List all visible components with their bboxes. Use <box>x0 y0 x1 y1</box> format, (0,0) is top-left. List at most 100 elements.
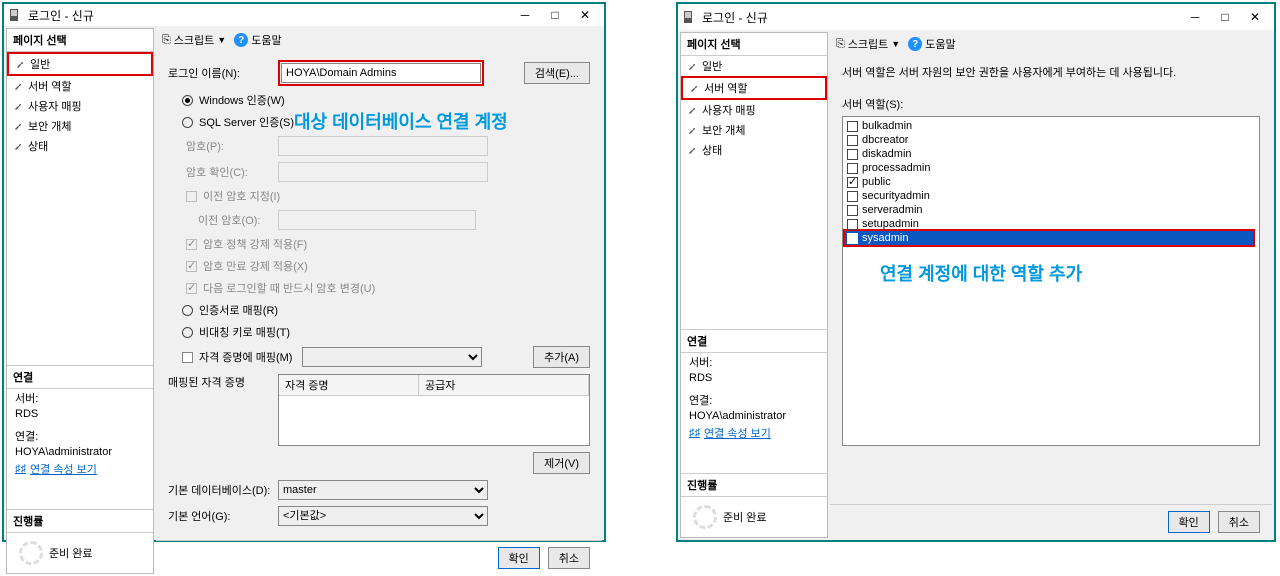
titlebar[interactable]: 로그인 - 신규 ─ □ ✕ <box>4 4 604 26</box>
col-provider: 공급자 <box>419 375 589 395</box>
cancel-button[interactable]: 취소 <box>1218 511 1260 533</box>
sql-auth-label: SQL Server 인증(S) <box>199 114 294 130</box>
server-value: RDS <box>681 371 827 385</box>
role-checkbox[interactable] <box>847 135 858 146</box>
sidebar-item-securables[interactable]: 보안 개체 <box>681 120 827 140</box>
sidebar-item-serverrole[interactable]: 서버 역할 <box>681 76 827 100</box>
role-checkbox[interactable] <box>847 219 858 230</box>
col-cred: 자격 증명 <box>279 375 419 395</box>
sql-auth-radio[interactable] <box>182 117 193 128</box>
role-item-dbcreator[interactable]: dbcreator <box>845 133 1257 147</box>
sidebar-item-status[interactable]: 상태 <box>7 136 153 156</box>
connection-properties-link[interactable]: ♯♯연결 속성 보기 <box>7 459 153 479</box>
app-icon <box>8 8 22 22</box>
help-button[interactable]: ?도움말 <box>908 36 955 52</box>
cred-map-check[interactable] <box>182 352 193 363</box>
chevron-down-icon: ▼ <box>891 39 900 49</box>
maximize-button[interactable]: □ <box>540 4 570 26</box>
default-db-select[interactable]: master <box>278 480 488 500</box>
ok-button[interactable]: 확인 <box>498 547 540 569</box>
ok-button[interactable]: 확인 <box>1168 511 1210 533</box>
connection-properties-link[interactable]: ♯♯연결 속성 보기 <box>681 423 827 443</box>
help-button[interactable]: ?도움말 <box>234 32 281 48</box>
role-item-securityadmin[interactable]: securityadmin <box>845 189 1257 203</box>
minimize-button[interactable]: ─ <box>510 4 540 26</box>
toolbar: ⎘스크립트▼ ?도움말 <box>830 32 1272 56</box>
specify-old-password-label: 이전 암호 지정(I) <box>203 188 280 204</box>
script-label: 스크립트 <box>174 32 214 48</box>
asym-map-label: 비대칭 키로 매핑(T) <box>199 324 290 340</box>
content-serverrole: 서버 역할은 서버 자원의 보안 권한을 사용자에게 부여하는 데 사용됩니다.… <box>830 56 1272 504</box>
role-name: dbcreator <box>862 134 908 146</box>
sidebar-item-usermapping[interactable]: 사용자 매핑 <box>7 96 153 116</box>
sidebar-head-connection: 연결 <box>681 329 827 353</box>
minimize-button[interactable]: ─ <box>1180 6 1210 28</box>
mapped-cred-table[interactable]: 자격 증명공급자 <box>278 374 590 446</box>
sidebar-head-pages: 페이지 선택 <box>681 33 827 56</box>
help-label: 도움말 <box>925 36 955 52</box>
sidebar-item-label: 일반 <box>702 58 821 74</box>
wrench-icon <box>13 121 24 132</box>
sidebar-item-label: 보안 개체 <box>28 118 147 134</box>
remove-button[interactable]: 제거(V) <box>533 452 590 474</box>
sidebar-item-status[interactable]: 상태 <box>681 140 827 160</box>
search-button[interactable]: 검색(E)... <box>524 62 590 84</box>
close-button[interactable]: ✕ <box>570 4 600 26</box>
link-text: 연결 속성 보기 <box>30 461 97 477</box>
chevron-down-icon: ▼ <box>217 35 226 45</box>
spinner-icon <box>19 541 43 565</box>
role-item-bulkadmin[interactable]: bulkadmin <box>845 119 1257 133</box>
role-name: securityadmin <box>862 190 930 202</box>
role-checkbox[interactable] <box>847 177 858 188</box>
role-item-sysadmin[interactable]: sysadmin <box>845 231 1253 245</box>
wrench-icon <box>15 59 26 70</box>
password-confirm-label: 암호 확인(C): <box>168 164 278 180</box>
sidebar-item-label: 일반 <box>30 56 145 72</box>
role-item-processadmin[interactable]: processadmin <box>845 161 1257 175</box>
maximize-button[interactable]: □ <box>1210 6 1240 28</box>
sidebar-item-general[interactable]: 일반 <box>681 56 827 76</box>
role-item-diskadmin[interactable]: diskadmin <box>845 147 1257 161</box>
role-checkbox[interactable] <box>847 149 858 160</box>
help-icon: ? <box>234 33 248 47</box>
server-label: 서버: <box>681 353 827 371</box>
window-title: 로그인 - 신규 <box>702 9 1180 26</box>
close-button[interactable]: ✕ <box>1240 6 1270 28</box>
default-lang-select[interactable]: <기본값> <box>278 506 488 526</box>
role-checkbox[interactable] <box>847 163 858 174</box>
script-button[interactable]: ⎘스크립트▼ <box>162 32 226 48</box>
role-name: processadmin <box>862 162 930 174</box>
asym-map-radio[interactable] <box>182 327 193 338</box>
sidebar-item-general[interactable]: 일반 <box>7 52 153 76</box>
default-db-label: 기본 데이터베이스(D): <box>168 482 278 498</box>
sidebar-item-label: 사용자 매핑 <box>702 102 821 118</box>
role-name: bulkadmin <box>862 120 912 132</box>
role-name: sysadmin <box>862 232 908 244</box>
cancel-button[interactable]: 취소 <box>548 547 590 569</box>
role-checkbox[interactable] <box>847 121 858 132</box>
add-button[interactable]: 추가(A) <box>533 346 590 368</box>
script-button[interactable]: ⎘스크립트▼ <box>836 36 900 52</box>
cert-map-label: 인증서로 매핑(R) <box>199 302 278 318</box>
titlebar[interactable]: 로그인 - 신규 ─ □ ✕ <box>678 4 1274 30</box>
cert-map-radio[interactable] <box>182 305 193 316</box>
role-checkbox[interactable] <box>847 191 858 202</box>
role-checkbox[interactable] <box>847 205 858 216</box>
server-value: RDS <box>7 407 153 421</box>
sidebar-item-serverrole[interactable]: 서버 역할 <box>7 76 153 96</box>
role-checkbox[interactable] <box>847 233 858 244</box>
cred-map-select[interactable] <box>302 347 482 367</box>
serverrole-list[interactable]: bulkadmin dbcreatordiskadminprocessadminp… <box>842 116 1260 446</box>
role-name: serveradmin <box>862 204 923 216</box>
dialog-body: 페이지 선택 일반 서버 역할 사용자 매핑 보안 개체 상태 연결 서버: R… <box>4 26 604 576</box>
sidebar-item-usermapping[interactable]: 사용자 매핑 <box>681 100 827 120</box>
enforce-policy-label: 암호 정책 강제 적용(F) <box>203 236 307 252</box>
sidebar-head-progress: 진행률 <box>681 473 827 497</box>
sidebar-item-label: 서버 역할 <box>28 78 147 94</box>
role-item-serveradmin[interactable]: serveradmin <box>845 203 1257 217</box>
sidebar-item-label: 사용자 매핑 <box>28 98 147 114</box>
windows-auth-radio[interactable] <box>182 95 193 106</box>
login-name-input[interactable] <box>281 63 481 83</box>
role-item-public[interactable]: public <box>845 175 1257 189</box>
sidebar-item-securables[interactable]: 보안 개체 <box>7 116 153 136</box>
